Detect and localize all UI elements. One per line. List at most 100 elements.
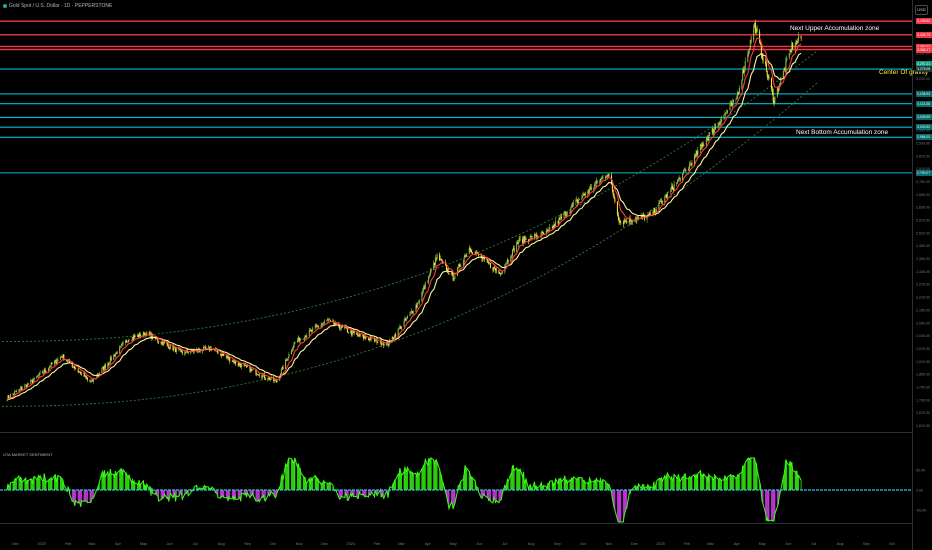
candle-body [346, 328, 348, 332]
candle-body [440, 258, 442, 261]
candle-body [486, 259, 488, 261]
candle-body [291, 350, 293, 355]
candle-body [75, 368, 77, 370]
candle-body [617, 214, 619, 218]
price-tick-label: 1,610.00 [916, 424, 930, 428]
candle-body [498, 270, 500, 274]
candle-body [422, 290, 424, 293]
candle-body [548, 229, 550, 230]
time-tick-label: Jun [476, 542, 482, 546]
candle-body [403, 320, 405, 327]
candle-body [44, 369, 46, 372]
candle-body [566, 213, 568, 215]
candle-body [73, 366, 75, 369]
candle-body [611, 184, 613, 190]
candle-body [688, 164, 690, 169]
candle-body [14, 391, 16, 395]
candle-body [340, 327, 342, 329]
candle-body [187, 352, 189, 354]
price-tag: 3,498.50 [916, 18, 932, 25]
candle-body [750, 39, 752, 41]
candle-body [157, 338, 159, 342]
price-tick-label: 2,690.00 [916, 193, 930, 197]
candle-body [593, 187, 595, 190]
candle-body [798, 36, 800, 42]
candle-body [104, 365, 106, 368]
candle-body [691, 163, 693, 165]
candle-body [638, 216, 640, 218]
candle-body [412, 311, 414, 313]
price-tick-label: 1,970.00 [916, 347, 930, 351]
candle-body [180, 350, 182, 352]
candle-body [276, 380, 278, 383]
candle-body [451, 272, 453, 274]
candle-body [356, 332, 358, 334]
candle-body [18, 389, 20, 392]
candle-body [709, 132, 711, 135]
candle-body [583, 193, 585, 195]
candle-body [120, 344, 122, 346]
candle-body [770, 77, 772, 89]
time-tick-label: Jul [502, 542, 507, 546]
candle-body [53, 361, 55, 365]
candle-body [101, 368, 103, 374]
candle-body [428, 275, 430, 276]
time-tick-label: Nov [296, 542, 303, 546]
chart-canvas[interactable]: 3,350.003,290.003,230.003,170.003,110.00… [0, 0, 932, 550]
candle-body [736, 97, 738, 99]
candle-body [519, 238, 521, 240]
candle-body [708, 134, 710, 140]
candle-body [448, 273, 450, 275]
candle-body [410, 311, 412, 313]
candle-body [513, 247, 515, 252]
candle-body [594, 184, 596, 188]
candle-body [406, 318, 408, 320]
candle-body [173, 347, 175, 351]
candle-body [470, 250, 472, 253]
time-tick-label: Mar [707, 542, 714, 546]
time-tick-label: Oct [889, 542, 896, 546]
price-tick-label: 1,850.00 [916, 373, 930, 377]
currency-button[interactable]: USD [915, 5, 928, 15]
candle-body [588, 188, 590, 193]
candle-body [780, 77, 782, 84]
candle-body [785, 60, 787, 70]
candle-body [679, 178, 681, 182]
candle-body [766, 70, 768, 76]
candle-body [39, 372, 41, 374]
candle-body [77, 368, 79, 372]
candle-body [517, 242, 519, 245]
candle-body [637, 217, 639, 219]
candle-body [252, 369, 254, 370]
candle-body [578, 199, 580, 201]
time-tick-label: Jul [811, 542, 816, 546]
candle-body [181, 351, 183, 354]
time-tick-label: May [759, 542, 766, 546]
candle-body [374, 339, 376, 342]
candle-body [661, 201, 663, 203]
time-tick-label: Mar [398, 542, 405, 546]
candle-body [303, 338, 305, 340]
price-tag: 2,956.02 [916, 134, 932, 141]
candle-body [547, 229, 549, 231]
candle-body [291, 349, 293, 351]
candle-body [246, 366, 248, 367]
candle-body [575, 200, 577, 203]
candle-body [323, 322, 325, 324]
candle-body [671, 185, 673, 190]
candle-body [222, 353, 224, 356]
candle-body [782, 70, 784, 78]
candle-body [794, 44, 796, 49]
candle-body [282, 366, 284, 369]
candle-body [507, 259, 509, 262]
candle-body [169, 348, 171, 349]
candle-body [472, 252, 474, 254]
price-tick-label: 2,450.00 [916, 244, 930, 248]
candle-body [797, 41, 799, 43]
candle-body [732, 99, 734, 102]
time-tick-label: Aug [218, 542, 225, 546]
candle-body [677, 180, 679, 183]
candle-body [381, 344, 383, 345]
price-tick-label: 1,730.00 [916, 398, 930, 402]
candle-body [264, 377, 266, 379]
